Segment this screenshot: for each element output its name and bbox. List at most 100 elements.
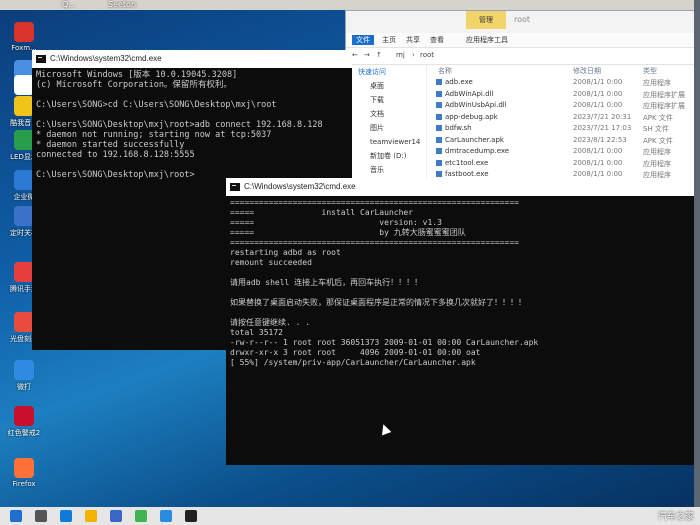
- quick-access-item[interactable]: 快速访问: [346, 65, 426, 79]
- cmd-title: C:\Windows\system32\cmd.exe: [244, 182, 356, 191]
- app-icon: [14, 262, 34, 282]
- up-arrow-icon[interactable]: ↑: [376, 51, 382, 59]
- file-list-header: 名称 修改日期 类型: [428, 65, 700, 77]
- file-row[interactable]: dmtracedump.exe 2008/1/1 0:00 应用程序: [428, 146, 700, 158]
- file-name: fastboot.exe: [436, 170, 489, 178]
- address-bar[interactable]: ← → ↑ mj › root: [346, 47, 700, 65]
- file-name-text: etc1tool.exe: [445, 158, 489, 167]
- file-name: AdbWinApi.dll: [436, 90, 493, 98]
- taskbar[interactable]: [0, 507, 700, 525]
- desktop-icon-label: 红色警戒2: [7, 429, 41, 437]
- desktop-icon[interactable]: Firefox: [4, 458, 44, 488]
- app-icon: [14, 22, 34, 42]
- file-name-text: CarLauncher.apk: [445, 135, 504, 144]
- desktop-top-label: Seeton: [108, 0, 137, 9]
- file-date: 2023/7/21 17:03: [573, 124, 632, 132]
- file-type: APK 文件: [643, 113, 673, 122]
- cmd-line: total 35172: [230, 328, 283, 337]
- breadcrumb-root[interactable]: root: [420, 51, 434, 59]
- nav-item[interactable]: 图片: [358, 121, 426, 135]
- file-date: 2023/7/21 20:31: [573, 112, 632, 121]
- file-date: 2008/1/1 0:00: [573, 147, 623, 155]
- ribbon-tab-share[interactable]: 共享: [406, 35, 420, 45]
- file-date: 2023/8/1 22:53: [573, 135, 627, 144]
- file-row[interactable]: etc1tool.exe 2008/1/1 0:00 应用程序: [428, 158, 700, 170]
- cmd-line: ===== by 九转大肠蜜蜜蜜团队: [230, 228, 466, 237]
- cmd-line: restarting adbd as root: [230, 248, 341, 257]
- file-name: app-debug.apk: [436, 113, 498, 121]
- breadcrumb-mj[interactable]: mj: [396, 51, 405, 59]
- nav-item[interactable]: 下载: [358, 93, 426, 107]
- app-icon: [14, 406, 34, 426]
- file-type: SH 文件: [643, 125, 669, 133]
- cmd-line: C:\Users\SONG\Desktop\mxj\root>adb conne…: [36, 120, 323, 130]
- nav-item[interactable]: 新加卷 (D:): [358, 149, 426, 163]
- app-icon: [14, 96, 34, 116]
- cmd-line: [36, 160, 348, 170]
- file-explorer-icon[interactable]: [85, 510, 97, 522]
- forward-arrow-icon[interactable]: →: [364, 51, 370, 59]
- file-name-text: app-debug.apk: [445, 112, 498, 121]
- edge-icon[interactable]: [60, 510, 72, 522]
- search-icon[interactable]: [35, 510, 47, 522]
- file-date: 2008/1/1 0:00: [573, 78, 623, 86]
- cmd-line: [ 55%] /system/priv-app/CarLauncher/CarL…: [230, 358, 476, 367]
- ribbon: 文件 主页 共享 查看 应用程序工具: [346, 33, 700, 47]
- cmd-line: 请按任意键继续. . .: [230, 318, 311, 327]
- file-date: 2008/1/1 0:00: [573, 158, 623, 167]
- watermark: 汽车之家: [657, 512, 694, 522]
- ribbon-tab-view[interactable]: 查看: [430, 35, 444, 45]
- file-date: 2008/1/1 0:00: [573, 89, 623, 98]
- nav-item[interactable]: 文档: [358, 107, 426, 121]
- file-row[interactable]: bdfw.sh 2023/7/21 17:03 SH 文件: [428, 123, 700, 135]
- ribbon-tab-home[interactable]: 主页: [382, 35, 396, 45]
- file-name: dmtracedump.exe: [436, 147, 509, 155]
- ribbon-tab-file[interactable]: 文件: [352, 35, 374, 45]
- cmd-line: ========================================…: [230, 238, 519, 247]
- desktop-icon[interactable]: Foxm...: [4, 22, 44, 52]
- file-row[interactable]: AdbWinApi.dll 2008/1/1 0:00 应用程序扩展: [428, 89, 700, 101]
- desktop-top-label: Q...: [62, 0, 76, 9]
- window-title: root: [514, 15, 531, 24]
- file-name-text: dmtracedump.exe: [445, 147, 510, 155]
- column-name[interactable]: 名称: [438, 66, 452, 76]
- file-type: 应用程序: [643, 79, 671, 87]
- file-row[interactable]: app-debug.apk 2023/7/21 20:31 APK 文件: [428, 112, 700, 124]
- desktop-icon[interactable]: 微打: [4, 360, 44, 392]
- file-icon: [436, 90, 442, 97]
- file-name-text: AdbWinUsbApi.dll: [445, 101, 507, 109]
- breadcrumb-separator: ›: [412, 51, 415, 59]
- app-icon: [14, 170, 34, 190]
- file-row[interactable]: CarLauncher.apk 2023/8/1 22:53 APK 文件: [428, 135, 700, 147]
- nav-item[interactable]: 音乐: [358, 163, 426, 177]
- cmd-line: drwxr-xr-x 3 root root 4096 2009-01-01 0…: [230, 348, 481, 357]
- manage-tab[interactable]: 管理: [466, 11, 506, 29]
- file-name: bdfw.sh: [436, 124, 472, 132]
- nav-item[interactable]: teamviewer14: [358, 135, 426, 149]
- column-date[interactable]: 修改日期: [573, 66, 601, 76]
- back-arrow-icon[interactable]: ←: [352, 51, 358, 59]
- file-list[interactable]: 名称 修改日期 类型 adb.exe 2008/1/1 0:00 应用程序 AdbWi…: [428, 65, 700, 181]
- wechat-icon[interactable]: [135, 510, 147, 522]
- desktop-icon[interactable]: 红色警戒2: [4, 406, 44, 438]
- app-icon[interactable]: [160, 510, 172, 522]
- app-icon: [14, 360, 34, 380]
- cmd-output: Microsoft Windows [版本 10.0.19045.3208] (c…: [32, 68, 352, 182]
- column-type[interactable]: 类型: [643, 66, 657, 76]
- start-icon[interactable]: [10, 510, 22, 522]
- app-icon: [14, 130, 34, 150]
- store-icon[interactable]: [110, 510, 122, 522]
- nav-item[interactable]: 桌面: [358, 79, 426, 93]
- cmd-titlebar: C:\Windows\system32\cmd.exe: [226, 178, 700, 196]
- cmd-window-2[interactable]: C:\Windows\system32\cmd.exe ============…: [226, 178, 700, 465]
- file-name: CarLauncher.apk: [436, 136, 504, 144]
- cmd-icon[interactable]: [185, 510, 197, 522]
- cmd-line: [230, 308, 696, 318]
- file-row[interactable]: AdbWinUsbApi.dll 2008/1/1 0:00 应用程序扩展: [428, 100, 700, 112]
- file-row[interactable]: adb.exe 2008/1/1 0:00 应用程序: [428, 77, 700, 89]
- ribbon-tab-app-tools[interactable]: 应用程序工具: [466, 35, 508, 45]
- file-name-text: fastboot.exe: [445, 170, 489, 178]
- cmd-line: connected to 192.168.8.128:5555: [36, 150, 195, 160]
- app-icon: [14, 312, 34, 332]
- file-icon: [436, 148, 442, 154]
